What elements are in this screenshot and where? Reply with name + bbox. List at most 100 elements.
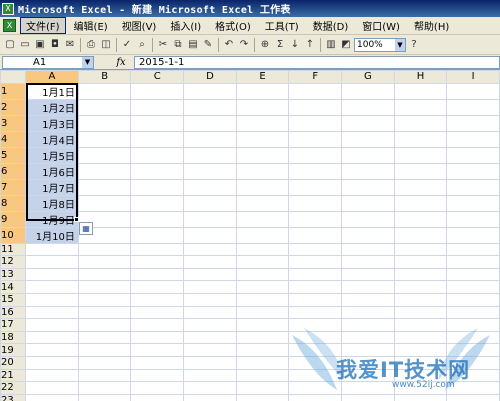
cell-c16[interactable] (130, 305, 185, 320)
row-header[interactable]: 20 (0, 355, 26, 370)
cell-g14[interactable] (341, 280, 395, 294)
cell-a23[interactable] (24, 393, 79, 401)
cell-a18[interactable] (24, 330, 79, 345)
row-header[interactable]: 2 (0, 98, 26, 116)
cell-e5[interactable] (235, 146, 290, 164)
cell-a4[interactable]: 1月4日 (24, 130, 79, 148)
cell-f8[interactable] (288, 194, 343, 212)
name-box[interactable]: A1 ▼ (2, 55, 94, 69)
cell-f16[interactable] (288, 305, 343, 320)
cell-h19[interactable] (393, 343, 448, 357)
cell-c8[interactable] (130, 194, 185, 212)
cell-a1[interactable]: 1月1日 (24, 82, 79, 100)
cell-h13[interactable] (393, 267, 448, 282)
cell-h6[interactable] (393, 162, 448, 180)
cell-c7[interactable] (130, 178, 185, 196)
cell-a12[interactable] (24, 255, 79, 269)
cell-g11[interactable] (341, 242, 395, 257)
cell-d9[interactable] (183, 210, 237, 228)
cell-h23[interactable] (393, 393, 448, 401)
cell-i7[interactable] (446, 178, 500, 196)
menu-view[interactable]: 视图(V) (116, 17, 163, 34)
cell-a22[interactable] (24, 381, 79, 395)
row-header[interactable]: 17 (0, 318, 26, 332)
menu-data[interactable]: 数据(D) (307, 17, 355, 34)
open-icon[interactable]: ▭ (18, 38, 32, 52)
cell-c6[interactable] (130, 162, 185, 180)
row-header[interactable]: 16 (0, 305, 26, 320)
cell-b4[interactable] (77, 130, 132, 148)
cell-g22[interactable] (341, 381, 395, 395)
cell-f14[interactable] (288, 280, 343, 294)
column-header-d[interactable]: D (183, 70, 237, 84)
cell-e10[interactable] (235, 226, 290, 244)
cell-f11[interactable] (288, 242, 343, 257)
cell-a15[interactable] (24, 292, 79, 307)
cell-b13[interactable] (77, 267, 132, 282)
column-header-a[interactable]: A (24, 70, 79, 84)
cell-b1[interactable] (77, 82, 132, 100)
column-header-i[interactable]: I (446, 70, 500, 84)
cell-g1[interactable] (341, 82, 395, 100)
cell-a9[interactable]: 1月9日 (24, 210, 79, 228)
cell-h1[interactable] (393, 82, 448, 100)
cell-a14[interactable] (24, 280, 79, 294)
permission-icon[interactable]: ◘ (48, 38, 62, 52)
cell-d5[interactable] (183, 146, 237, 164)
cell-f15[interactable] (288, 292, 343, 307)
cell-i2[interactable] (446, 98, 500, 116)
cell-c4[interactable] (130, 130, 185, 148)
cell-g15[interactable] (341, 292, 395, 307)
chart-wizard-icon[interactable]: ▥ (324, 38, 338, 52)
cell-d1[interactable] (183, 82, 237, 100)
cell-e13[interactable] (235, 267, 290, 282)
cell-f10[interactable] (288, 226, 343, 244)
cell-g9[interactable] (341, 210, 395, 228)
cell-d10[interactable] (183, 226, 237, 244)
cell-i1[interactable] (446, 82, 500, 100)
row-header[interactable]: 22 (0, 381, 26, 395)
cell-i11[interactable] (446, 242, 500, 257)
cell-h14[interactable] (393, 280, 448, 294)
cell-i4[interactable] (446, 130, 500, 148)
cell-f12[interactable] (288, 255, 343, 269)
cell-e15[interactable] (235, 292, 290, 307)
column-header-h[interactable]: H (393, 70, 448, 84)
cell-g23[interactable] (341, 393, 395, 401)
cell-a13[interactable] (24, 267, 79, 282)
cell-b19[interactable] (77, 343, 132, 357)
cell-b14[interactable] (77, 280, 132, 294)
cell-h4[interactable] (393, 130, 448, 148)
cell-g6[interactable] (341, 162, 395, 180)
cell-a6[interactable]: 1月6日 (24, 162, 79, 180)
drawing-icon[interactable]: ◩ (339, 38, 353, 52)
row-header[interactable]: 21 (0, 368, 26, 383)
cell-f9[interactable] (288, 210, 343, 228)
cell-c5[interactable] (130, 146, 185, 164)
cell-a8[interactable]: 1月8日 (24, 194, 79, 212)
cell-d20[interactable] (183, 355, 237, 370)
cell-b21[interactable] (77, 368, 132, 383)
cell-h12[interactable] (393, 255, 448, 269)
cell-a5[interactable]: 1月5日 (24, 146, 79, 164)
new-icon[interactable]: ▢ (3, 38, 17, 52)
row-header[interactable]: 3 (0, 114, 26, 132)
cell-b6[interactable] (77, 162, 132, 180)
menu-window[interactable]: 窗口(W) (356, 17, 406, 34)
cell-f3[interactable] (288, 114, 343, 132)
cell-b8[interactable] (77, 194, 132, 212)
row-header[interactable]: 19 (0, 343, 26, 357)
cell-g3[interactable] (341, 114, 395, 132)
menu-format[interactable]: 格式(O) (209, 17, 257, 34)
menu-file[interactable]: 文件(F) (20, 17, 66, 34)
cell-a2[interactable]: 1月2日 (24, 98, 79, 116)
cell-i10[interactable] (446, 226, 500, 244)
cell-e6[interactable] (235, 162, 290, 180)
select-all-corner[interactable] (0, 70, 26, 84)
cell-e11[interactable] (235, 242, 290, 257)
cell-d19[interactable] (183, 343, 237, 357)
cell-f23[interactable] (288, 393, 343, 401)
column-header-f[interactable]: F (288, 70, 343, 84)
cell-d14[interactable] (183, 280, 237, 294)
cell-d4[interactable] (183, 130, 237, 148)
